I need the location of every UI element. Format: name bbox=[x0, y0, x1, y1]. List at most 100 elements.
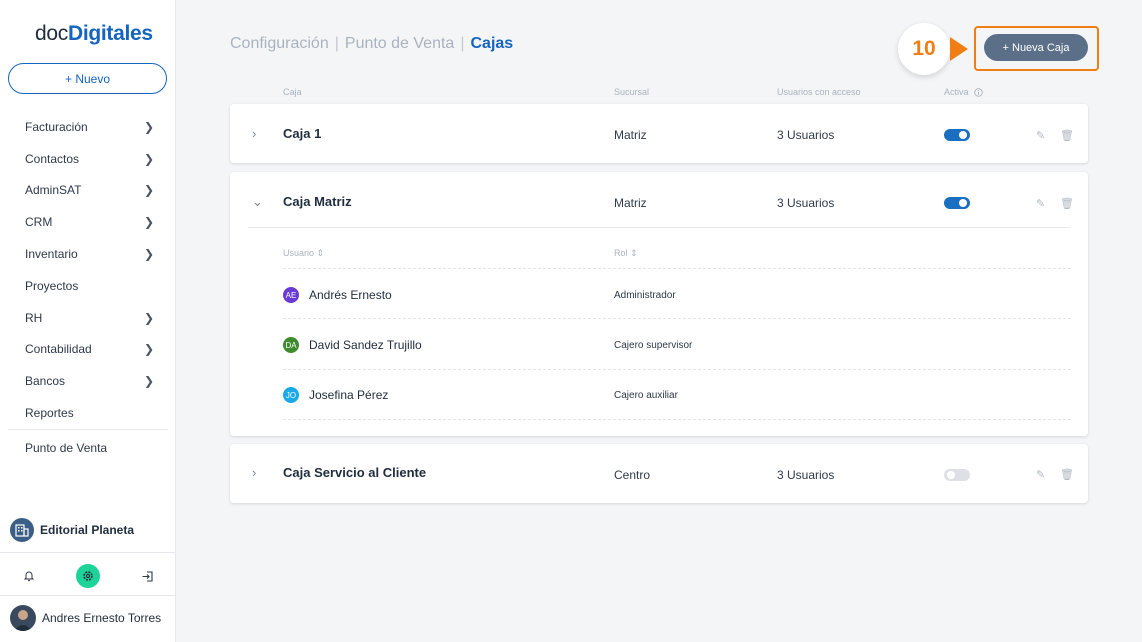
sidebar-item-reportes[interactable]: Reportes bbox=[0, 397, 176, 429]
user-name: Andres Ernesto Torres bbox=[42, 611, 162, 625]
sidebar-item-facturacion[interactable]: Facturación ❯ bbox=[0, 111, 176, 143]
sidebar-divider bbox=[0, 552, 176, 553]
new-button[interactable]: + Nuevo bbox=[8, 63, 167, 94]
sidebar-item-bancos[interactable]: Bancos ❯ bbox=[0, 365, 176, 397]
building-icon bbox=[10, 518, 34, 542]
breadcrumb-separator: | bbox=[334, 35, 339, 52]
tutorial-arrow-icon bbox=[950, 37, 968, 61]
breadcrumb-current: Cajas bbox=[470, 35, 514, 52]
breadcrumb-separator: | bbox=[460, 35, 465, 52]
column-header-activa: Activa bbox=[944, 87, 983, 97]
column-header-activa-label: Activa bbox=[944, 87, 969, 97]
sidebar-item-rh[interactable]: RH ❯ bbox=[0, 302, 176, 334]
avatar bbox=[10, 605, 36, 631]
sidebar-item-label: Contabilidad bbox=[25, 342, 92, 357]
sidebar-item-contactos[interactable]: Contactos ❯ bbox=[0, 143, 176, 175]
pencil-icon[interactable]: ✎ bbox=[1036, 129, 1045, 142]
chevron-right-icon: ❯ bbox=[143, 247, 154, 262]
bell-icon[interactable] bbox=[17, 564, 41, 588]
user-profile[interactable]: Andres Ernesto Torres bbox=[10, 605, 161, 631]
subheader-rol[interactable]: Rol ⇕ bbox=[614, 248, 638, 259]
logo-prefix: doc bbox=[35, 22, 68, 45]
chevron-right-icon: ❯ bbox=[143, 119, 154, 134]
subheader-usuario[interactable]: Usuario ⇕ bbox=[283, 248, 324, 259]
caja-usuarios: 3 Usuarios bbox=[777, 196, 835, 210]
column-header-sucursal: Sucursal bbox=[614, 87, 650, 97]
user-name: David Sandez Trujillo bbox=[309, 338, 422, 352]
breadcrumb: Configuración | Punto de Venta | Cajas bbox=[230, 35, 513, 53]
sidebar-nav: Facturación ❯ Contactos ❯ AdminSAT ❯ CRM ❯ I… bbox=[0, 111, 176, 466]
gear-icon[interactable] bbox=[76, 564, 100, 588]
caja-card: › Caja 1 Matriz 3 Usuarios ✎ 🗑 bbox=[230, 104, 1088, 163]
chevron-right-icon[interactable]: › bbox=[252, 126, 256, 141]
toggle-knob bbox=[959, 199, 967, 207]
caja-usuarios: 3 Usuarios bbox=[777, 128, 835, 142]
chevron-right-icon: ❯ bbox=[143, 310, 154, 325]
sidebar-item-inventario[interactable]: Inventario ❯ bbox=[0, 238, 176, 270]
sidebar-actions bbox=[0, 560, 176, 590]
sidebar-item-crm[interactable]: CRM ❯ bbox=[0, 206, 176, 238]
new-caja-button[interactable]: + Nueva Caja bbox=[984, 34, 1088, 61]
sidebar-item-label: RH bbox=[25, 310, 43, 325]
pencil-icon[interactable]: ✎ bbox=[1036, 468, 1045, 481]
sidebar-item-proyectos[interactable]: Proyectos bbox=[0, 270, 176, 302]
sidebar-item-label: Inventario bbox=[25, 247, 78, 262]
caja-sucursal: Matriz bbox=[614, 196, 647, 210]
divider bbox=[283, 268, 1071, 269]
user-role: Cajero auxiliar bbox=[614, 389, 678, 401]
sort-icon: ⇕ bbox=[630, 248, 638, 258]
user-name: Josefina Pérez bbox=[309, 388, 389, 402]
user-name: Andrés Ernesto bbox=[309, 288, 392, 302]
table-row[interactable]: ⌄ Caja Matriz Matriz 3 Usuarios ✎ 🗑 bbox=[230, 176, 1088, 228]
caja-name: Caja Matriz bbox=[283, 194, 352, 209]
chevron-right-icon: ❯ bbox=[143, 342, 154, 357]
toggle-knob bbox=[947, 471, 955, 479]
table-row[interactable]: › Caja 1 Matriz 3 Usuarios ✎ 🗑 bbox=[230, 108, 1088, 160]
column-header-usuarios: Usuarios con acceso bbox=[777, 87, 861, 97]
pencil-icon[interactable]: ✎ bbox=[1036, 197, 1045, 210]
trash-icon[interactable]: 🗑 bbox=[1060, 468, 1074, 481]
chevron-right-icon: ❯ bbox=[143, 215, 154, 230]
breadcrumb-configuracion[interactable]: Configuración bbox=[230, 35, 329, 52]
sidebar-divider bbox=[0, 595, 176, 596]
caja-name: Caja Servicio al Cliente bbox=[283, 465, 427, 480]
caja-card: › Caja Servicio al Cliente Centro 3 Usua… bbox=[230, 444, 1088, 503]
user-role: Administrador bbox=[614, 289, 676, 301]
divider bbox=[283, 318, 1071, 319]
sidebar-item-label: Facturación bbox=[25, 119, 88, 134]
list-item[interactable]: DA David Sandez Trujillo Cajero supervis… bbox=[283, 320, 1071, 370]
avatar: DA bbox=[283, 337, 299, 353]
sidebar-item-label: Proyectos bbox=[25, 278, 79, 293]
info-icon[interactable] bbox=[973, 87, 983, 97]
sidebar: docDigitales + Nuevo Facturación ❯ Contac… bbox=[0, 0, 176, 642]
chevron-down-icon[interactable]: ⌄ bbox=[252, 194, 263, 210]
divider bbox=[283, 419, 1071, 420]
activa-toggle[interactable] bbox=[944, 129, 970, 141]
activa-toggle[interactable] bbox=[944, 197, 970, 209]
subheader-rol-label: Rol bbox=[614, 248, 628, 258]
caja-usuarios: 3 Usuarios bbox=[777, 468, 835, 482]
sidebar-item-contabilidad[interactable]: Contabilidad ❯ bbox=[0, 334, 176, 366]
trash-icon[interactable]: 🗑 bbox=[1060, 197, 1074, 210]
chevron-right-icon[interactable]: › bbox=[252, 465, 256, 480]
trash-icon[interactable]: 🗑 bbox=[1060, 129, 1074, 142]
table-row[interactable]: › Caja Servicio al Cliente Centro 3 Usua… bbox=[230, 447, 1088, 499]
company-selector[interactable]: Editorial Planeta bbox=[10, 518, 134, 542]
avatar: AE bbox=[283, 287, 299, 303]
caja-name: Caja 1 bbox=[283, 126, 322, 141]
breadcrumb-punto-de-venta[interactable]: Punto de Venta bbox=[345, 35, 454, 52]
sidebar-item-punto-de-venta[interactable]: Punto de Venta bbox=[0, 430, 176, 466]
sidebar-item-label: AdminSAT bbox=[25, 183, 82, 198]
sidebar-item-adminsat[interactable]: AdminSAT ❯ bbox=[0, 175, 176, 207]
list-item[interactable]: AE Andrés Ernesto Administrador bbox=[283, 270, 1071, 320]
logout-icon[interactable] bbox=[135, 564, 159, 588]
caja-sucursal: Matriz bbox=[614, 128, 647, 142]
divider bbox=[248, 227, 1070, 228]
app-logo[interactable]: docDigitales bbox=[35, 22, 153, 46]
caja-card-expanded: ⌄ Caja Matriz Matriz 3 Usuarios ✎ 🗑 Usua… bbox=[230, 172, 1088, 436]
chevron-right-icon: ❯ bbox=[143, 183, 154, 198]
activa-toggle[interactable] bbox=[944, 469, 970, 481]
user-role: Cajero supervisor bbox=[614, 339, 693, 351]
column-header-caja: Caja bbox=[283, 87, 302, 97]
list-item[interactable]: JO Josefina Pérez Cajero auxiliar bbox=[283, 370, 1071, 420]
